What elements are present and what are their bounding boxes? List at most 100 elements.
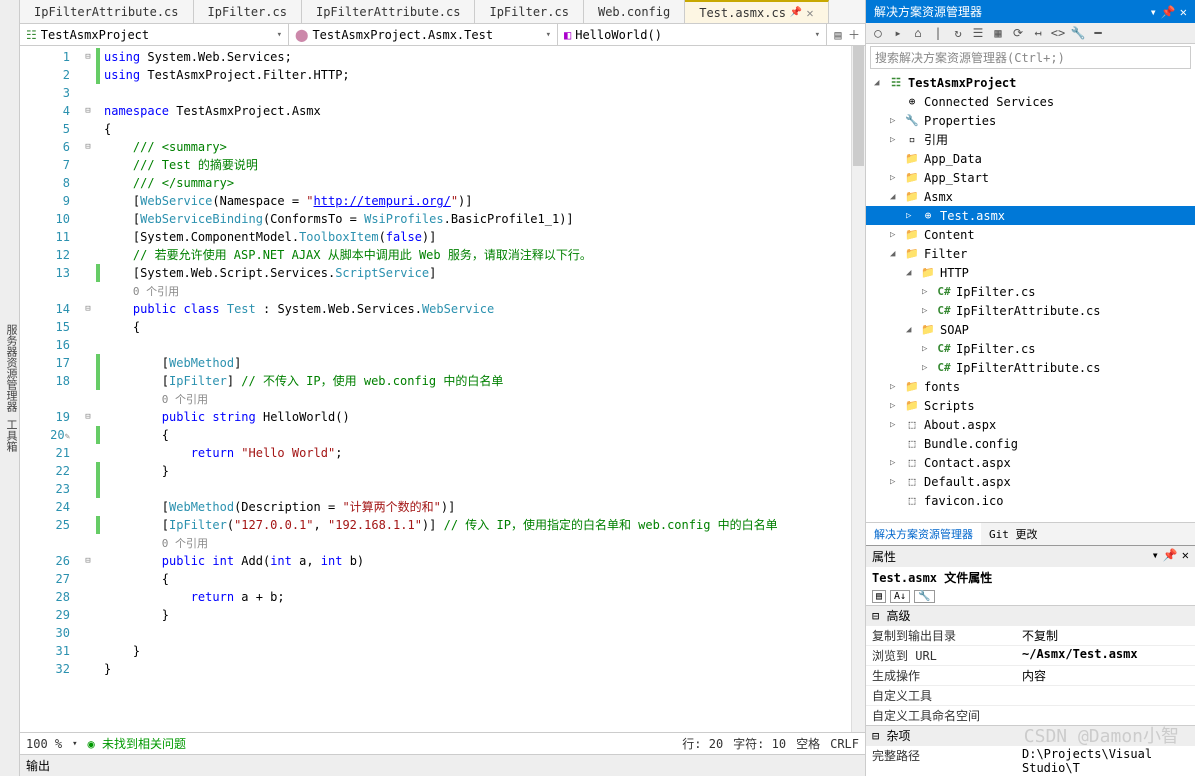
tree-item[interactable]: ▷C#IpFilterAttribute.cs [866, 358, 1195, 377]
plus-icon[interactable]: ＋ [847, 26, 861, 43]
expand-icon[interactable]: ▷ [922, 344, 932, 354]
panel-tab[interactable]: Git 更改 [981, 523, 1046, 545]
expand-icon[interactable]: ▷ [890, 458, 900, 468]
tree-item[interactable]: ▷📁Content [866, 225, 1195, 244]
expand-icon[interactable]: ▷ [890, 173, 900, 183]
crumb-class[interactable]: ⬤TestAsmxProject.Asmx.Test▾ [289, 24, 558, 45]
dropdown-icon[interactable]: ▾ [1152, 548, 1159, 565]
chevron-down-icon[interactable]: ▾ [72, 739, 77, 749]
expand-icon[interactable]: ◢ [906, 325, 916, 335]
expand-icon[interactable]: ▷ [890, 382, 900, 392]
expand-icon[interactable]: ▷ [890, 116, 900, 126]
pin-icon[interactable]: 📌 [1161, 5, 1176, 19]
tree-item[interactable]: ⬚favicon.ico [866, 491, 1195, 510]
expand-icon[interactable]: ▷ [890, 477, 900, 487]
indent-mode[interactable]: 空格 [796, 735, 820, 752]
tree-item[interactable]: 📁App_Data [866, 149, 1195, 168]
editor-tab[interactable]: IpFilterAttribute.cs [20, 0, 194, 23]
prop-value[interactable]: D:\Projects\Visual Studio\T [1016, 746, 1195, 776]
expand-icon[interactable]: ▷ [922, 363, 932, 373]
scrollbar-thumb[interactable] [853, 46, 864, 166]
more-icon[interactable]: ━ [1090, 25, 1106, 41]
expand-icon[interactable]: ▷ [890, 401, 900, 411]
alpha-icon[interactable]: A↓ [890, 590, 910, 603]
prop-icon[interactable]: 🔧 [1070, 25, 1086, 41]
tree-item[interactable]: ◢📁SOAP [866, 320, 1195, 339]
tree-item[interactable]: ▷⬚About.aspx [866, 415, 1195, 434]
tree-item[interactable]: ▷⬚Default.aspx [866, 472, 1195, 491]
tree-item[interactable]: ▷🔧Properties [866, 111, 1195, 130]
prop-row[interactable]: 浏览到 URL~/Asmx/Test.asmx [866, 645, 1195, 665]
expand-icon[interactable]: ◢ [890, 192, 900, 202]
prop-row[interactable]: 自定义工具 [866, 685, 1195, 705]
editor-tab[interactable]: Test.asmx.cs📌✕ [685, 0, 828, 23]
prop-value[interactable] [1016, 706, 1195, 725]
categorized-icon[interactable]: ▤ [872, 590, 886, 603]
tree-item[interactable]: ▷📁Scripts [866, 396, 1195, 415]
solution-explorer-title[interactable]: 解决方案资源管理器 ▾📌✕ [866, 0, 1195, 23]
expand-icon[interactable]: ▷ [922, 287, 932, 297]
tree-item[interactable]: ⬚Bundle.config [866, 434, 1195, 453]
tree-item[interactable]: ▷⊕Test.asmx [866, 206, 1195, 225]
expand-icon[interactable]: ◢ [890, 249, 900, 259]
prop-row[interactable]: 生成操作内容 [866, 665, 1195, 685]
tree-item[interactable]: ⊕Connected Services [866, 92, 1195, 111]
prop-row[interactable]: 完整路径D:\Projects\Visual Studio\T [866, 745, 1195, 776]
close-icon[interactable]: ✕ [806, 6, 813, 20]
fwd-icon[interactable]: ▸ [890, 25, 906, 41]
zoom-level[interactable]: 100 % [26, 737, 62, 751]
expand-icon[interactable]: ▷ [922, 306, 932, 316]
tree-item[interactable]: ▷📁fonts [866, 377, 1195, 396]
expand-icon[interactable]: ▷ [890, 135, 900, 145]
issues-status[interactable]: ◉ 未找到相关问题 [88, 735, 186, 752]
editor-tab[interactable]: IpFilterAttribute.cs [302, 0, 476, 23]
prop-row[interactable]: 复制到输出目录不复制 [866, 625, 1195, 645]
back-icon[interactable]: ◯ [870, 25, 886, 41]
output-panel-header[interactable]: 输出 [20, 754, 865, 776]
sync-icon[interactable]: ↻ [950, 25, 966, 41]
code-text[interactable]: using System.Web.Services;using TestAsmx… [100, 46, 851, 732]
vertical-scrollbar[interactable] [851, 46, 865, 732]
expand-icon[interactable]: ▷ [906, 211, 916, 221]
show-all-icon[interactable]: ▦ [990, 25, 1006, 41]
left-tool-sidebar[interactable]: 服务器资源管理器 工具箱 [0, 0, 20, 776]
tree-item[interactable]: ▷📁App_Start [866, 168, 1195, 187]
pin-icon[interactable]: 📌 [790, 7, 802, 18]
split-icon[interactable]: ▤ [831, 28, 845, 42]
prop-group-header[interactable]: ⊟ 高级 [866, 605, 1195, 625]
line-ending[interactable]: CRLF [830, 737, 859, 751]
home-icon[interactable]: ⌂ [910, 25, 926, 41]
properties-title-bar[interactable]: 属性 ▾📌✕ [866, 546, 1195, 567]
code-icon[interactable]: <> [1050, 25, 1066, 41]
expand-icon[interactable]: ▷ [890, 420, 900, 430]
prop-value[interactable]: 不复制 [1016, 626, 1195, 645]
expand-icon[interactable]: ▷ [890, 230, 900, 240]
tree-item[interactable]: ◢📁HTTP [866, 263, 1195, 282]
panel-tab[interactable]: 解决方案资源管理器 [866, 523, 981, 545]
pin-icon[interactable]: 📌 [1163, 548, 1178, 565]
prop-group-header[interactable]: ⊟ 杂项 [866, 725, 1195, 745]
prop-value[interactable]: ~/Asmx/Test.asmx [1016, 646, 1195, 665]
prop-value[interactable]: 内容 [1016, 666, 1195, 685]
editor-tab[interactable]: Web.config [584, 0, 685, 23]
refresh-icon[interactable]: ⟳ [1010, 25, 1026, 41]
prop-value[interactable] [1016, 686, 1195, 705]
view-icon[interactable]: ☰ [970, 25, 986, 41]
dropdown-icon[interactable]: ▾ [1150, 5, 1157, 19]
crumb-project[interactable]: ☷TestAsmxProject▾ [20, 24, 289, 45]
tree-item[interactable]: ▷C#IpFilter.cs [866, 339, 1195, 358]
collapse-icon[interactable]: ↤ [1030, 25, 1046, 41]
close-icon[interactable]: ✕ [1180, 5, 1187, 19]
solution-search[interactable]: 搜索解决方案资源管理器(Ctrl+;) [870, 46, 1191, 69]
wrench-icon[interactable]: 🔧 [914, 590, 934, 603]
prop-row[interactable]: 自定义工具命名空间 [866, 705, 1195, 725]
close-icon[interactable]: ✕ [1182, 548, 1189, 565]
code-editor[interactable]: 1234567891011121314151617181920✎21222324… [20, 46, 865, 732]
tree-item[interactable]: ◢📁Filter [866, 244, 1195, 263]
tree-item[interactable]: ▷⬚Contact.aspx [866, 453, 1195, 472]
crumb-method[interactable]: ◧HelloWorld()▾ [558, 24, 827, 45]
expand-icon[interactable]: ◢ [906, 268, 916, 278]
solution-tree[interactable]: ◢☷TestAsmxProject⊕Connected Services▷🔧Pr… [866, 71, 1195, 522]
tree-item[interactable]: ▷C#IpFilter.cs [866, 282, 1195, 301]
tree-item[interactable]: ▷C#IpFilterAttribute.cs [866, 301, 1195, 320]
